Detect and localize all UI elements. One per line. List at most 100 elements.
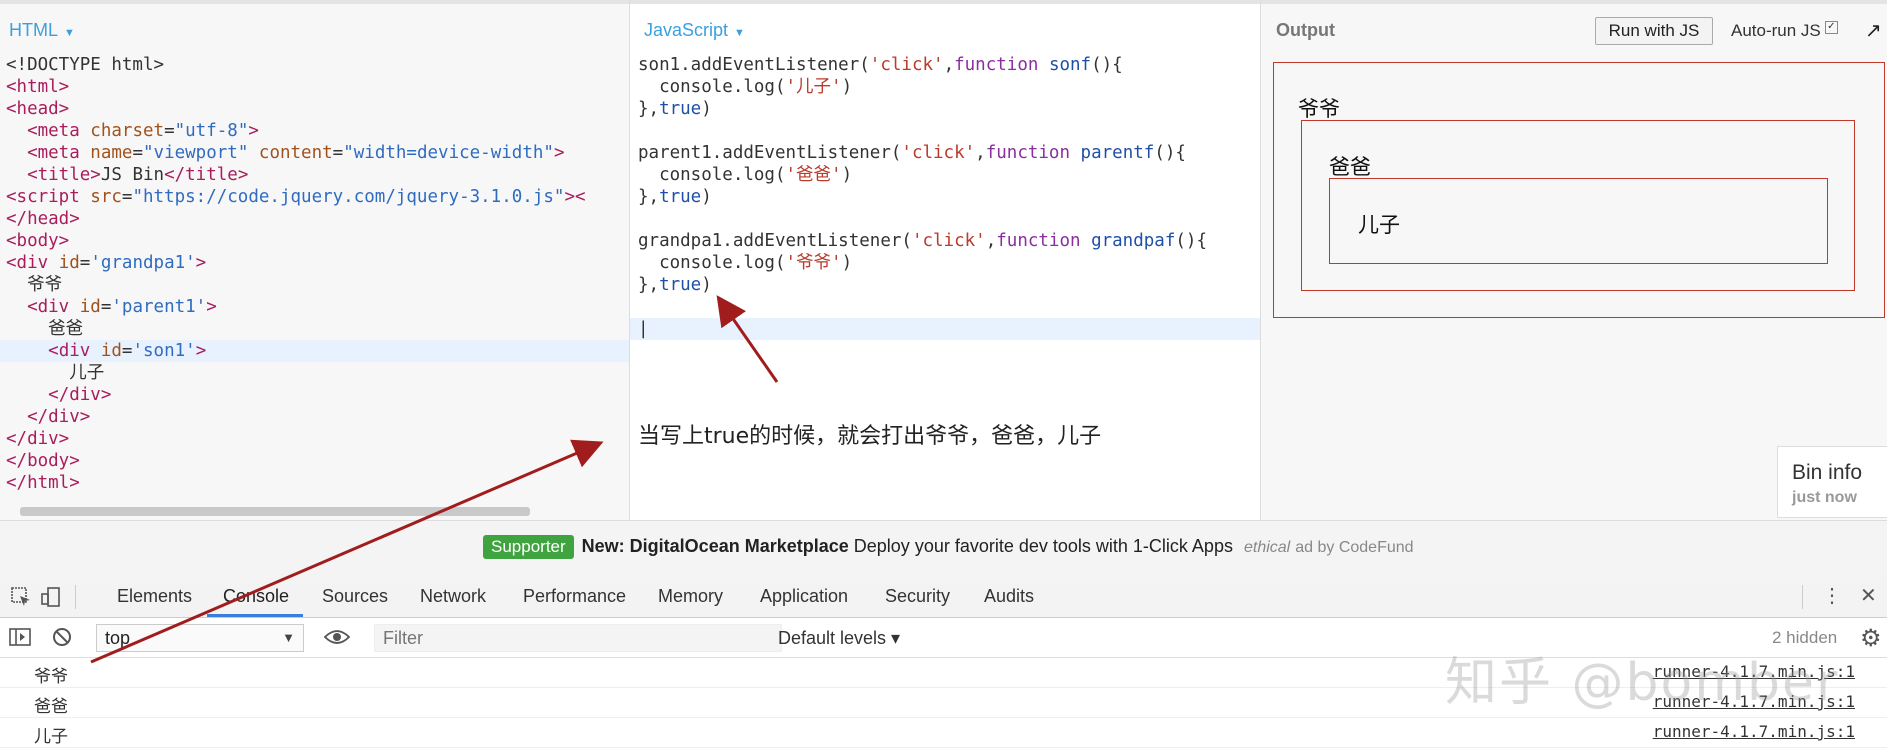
grandpa-box[interactable]: 爷爷 爸爸 儿子 xyxy=(1273,62,1885,318)
code-line[interactable]: </html> xyxy=(6,472,586,494)
code-line[interactable]: </div> xyxy=(6,428,586,450)
log-levels-dropdown[interactable]: Default levels ▾ xyxy=(778,628,900,649)
code-token: >< xyxy=(564,187,586,207)
supporter-badge[interactable]: Supporter xyxy=(483,535,574,559)
code-line[interactable]: console.log('儿子') xyxy=(638,76,1207,98)
more-options-icon[interactable]: ⋮ xyxy=(1822,583,1842,608)
chevron-down-icon: ▼ xyxy=(734,27,745,39)
code-token: }, xyxy=(638,275,660,295)
code-line[interactable]: <script src="https://code.jquery.com/jqu… xyxy=(6,186,586,208)
run-with-js-button[interactable]: Run with JS xyxy=(1595,17,1713,45)
code-token: sonf xyxy=(1048,55,1092,75)
code-line[interactable]: <head> xyxy=(6,98,586,120)
code-line[interactable]: },true) xyxy=(638,98,1207,120)
code-token: </head> xyxy=(6,209,80,229)
code-token: > xyxy=(248,121,259,141)
code-line[interactable]: },true) xyxy=(638,274,1207,296)
code-line[interactable]: console.log('爷爷') xyxy=(638,252,1207,274)
son-box[interactable]: 儿子 xyxy=(1329,178,1828,264)
code-token: function xyxy=(985,143,1081,163)
gear-icon[interactable]: ⚙ xyxy=(1860,624,1882,653)
code-line[interactable]: <body> xyxy=(6,230,586,252)
log-source-link[interactable]: runner-4.1.7.min.js:1 xyxy=(1653,722,1855,741)
code-line[interactable]: </div> xyxy=(6,384,586,406)
tab-elements[interactable]: Elements xyxy=(117,586,192,607)
code-line[interactable]: | xyxy=(638,318,1207,340)
sidebar-toggle-icon[interactable] xyxy=(9,627,31,647)
code-line[interactable]: 儿子 xyxy=(6,362,586,384)
code-token: = xyxy=(132,143,143,163)
tab-console[interactable]: Console xyxy=(223,586,289,607)
tab-performance[interactable]: Performance xyxy=(523,586,626,607)
code-line[interactable]: </body> xyxy=(6,450,586,472)
context-select[interactable]: top ▼ xyxy=(96,624,304,652)
grandpa-text: 爷爷 xyxy=(1298,98,1340,121)
checkbox-icon[interactable]: ✓ xyxy=(1824,21,1838,34)
js-code-editor[interactable]: son1.addEventListener('click',function s… xyxy=(638,54,1207,340)
tab-network[interactable]: Network xyxy=(420,586,486,607)
ad-headline[interactable]: New: DigitalOcean Marketplace xyxy=(582,536,849,556)
inspect-element-icon[interactable] xyxy=(10,586,32,608)
code-token: name xyxy=(90,143,133,163)
code-token: id xyxy=(100,341,122,361)
code-line[interactable]: <div id='grandpa1'> xyxy=(6,252,586,274)
code-token: = xyxy=(100,297,112,317)
code-line[interactable]: <div id='parent1'> xyxy=(6,296,586,318)
html-editor-panel[interactable]: HTML ▼ <!DOCTYPE html> <html> <head> <meta … xyxy=(0,0,630,520)
code-token: </body> xyxy=(6,451,80,471)
code-line[interactable]: <title>JS Bin</title> xyxy=(6,164,586,186)
device-toolbar-icon[interactable] xyxy=(40,586,62,608)
code-line[interactable]: <meta name="viewport" content="width=dev… xyxy=(6,142,586,164)
code-line[interactable]: grandpa1.addEventListener('click',functi… xyxy=(638,230,1207,252)
tab-security[interactable]: Security xyxy=(885,586,950,607)
code-line[interactable]: </head> xyxy=(6,208,586,230)
parent-text: 爸爸 xyxy=(1329,156,1371,179)
expand-icon[interactable]: ↗ xyxy=(1865,18,1882,43)
code-line[interactable] xyxy=(638,120,1207,142)
code-token: console.log( xyxy=(638,253,786,273)
code-line[interactable]: 爸爸 xyxy=(6,318,586,340)
ad-ethical-label[interactable]: ethical xyxy=(1244,539,1290,556)
code-token: true xyxy=(659,99,702,119)
log-message: 爸爸 xyxy=(34,697,68,717)
code-token: }, xyxy=(638,99,660,119)
code-line[interactable] xyxy=(638,208,1207,230)
horizontal-scrollbar[interactable] xyxy=(20,507,530,516)
code-line[interactable]: son1.addEventListener('click',function s… xyxy=(638,54,1207,76)
autorun-toggle[interactable]: Auto-run JS ✓ xyxy=(1731,21,1838,41)
filter-input[interactable] xyxy=(374,624,782,652)
code-line[interactable]: <meta charset="utf-8"> xyxy=(6,120,586,142)
ad-by-label[interactable]: ad by CodeFund xyxy=(1295,539,1413,556)
tab-memory[interactable]: Memory xyxy=(658,586,723,607)
eye-icon[interactable] xyxy=(324,628,350,646)
code-token: = xyxy=(121,341,133,361)
ad-text[interactable]: Deploy your favorite dev tools with 1-Cl… xyxy=(854,536,1233,556)
code-line[interactable]: <!DOCTYPE html> xyxy=(6,54,586,76)
active-tab-indicator xyxy=(207,614,303,617)
code-token: ) xyxy=(701,187,712,207)
code-line[interactable]: <div id='son1'> xyxy=(6,340,586,362)
html-panel-label[interactable]: HTML ▼ xyxy=(9,20,75,41)
code-token: ) xyxy=(701,275,712,295)
parent-box[interactable]: 爸爸 儿子 xyxy=(1301,120,1855,291)
code-line[interactable]: console.log('爸爸') xyxy=(638,164,1207,186)
tab-audits[interactable]: Audits xyxy=(984,586,1034,607)
code-token: }, xyxy=(638,187,660,207)
html-code-editor[interactable]: <!DOCTYPE html> <html> <head> <meta charse… xyxy=(6,54,586,494)
ad-content[interactable]: Supporter New: DigitalOcean Marketplace D… xyxy=(483,535,1414,559)
clear-console-icon[interactable] xyxy=(52,627,72,647)
close-icon[interactable]: ✕ xyxy=(1860,583,1877,608)
tab-application[interactable]: Application xyxy=(760,586,848,607)
code-token: </html> xyxy=(6,473,80,493)
console-log-row[interactable]: 儿子 runner-4.1.7.min.js:1 xyxy=(0,718,1887,748)
tab-sources[interactable]: Sources xyxy=(322,586,388,607)
bin-info-widget[interactable]: Bin info just now xyxy=(1777,446,1887,518)
code-line[interactable]: <html> xyxy=(6,76,586,98)
code-line[interactable] xyxy=(638,296,1207,318)
code-line[interactable]: },true) xyxy=(638,186,1207,208)
code-line[interactable]: </div> xyxy=(6,406,586,428)
code-line[interactable]: 爷爷 xyxy=(6,274,586,296)
code-line[interactable]: parent1.addEventListener('click',functio… xyxy=(638,142,1207,164)
js-panel-label[interactable]: JavaScript ▼ xyxy=(644,20,745,41)
